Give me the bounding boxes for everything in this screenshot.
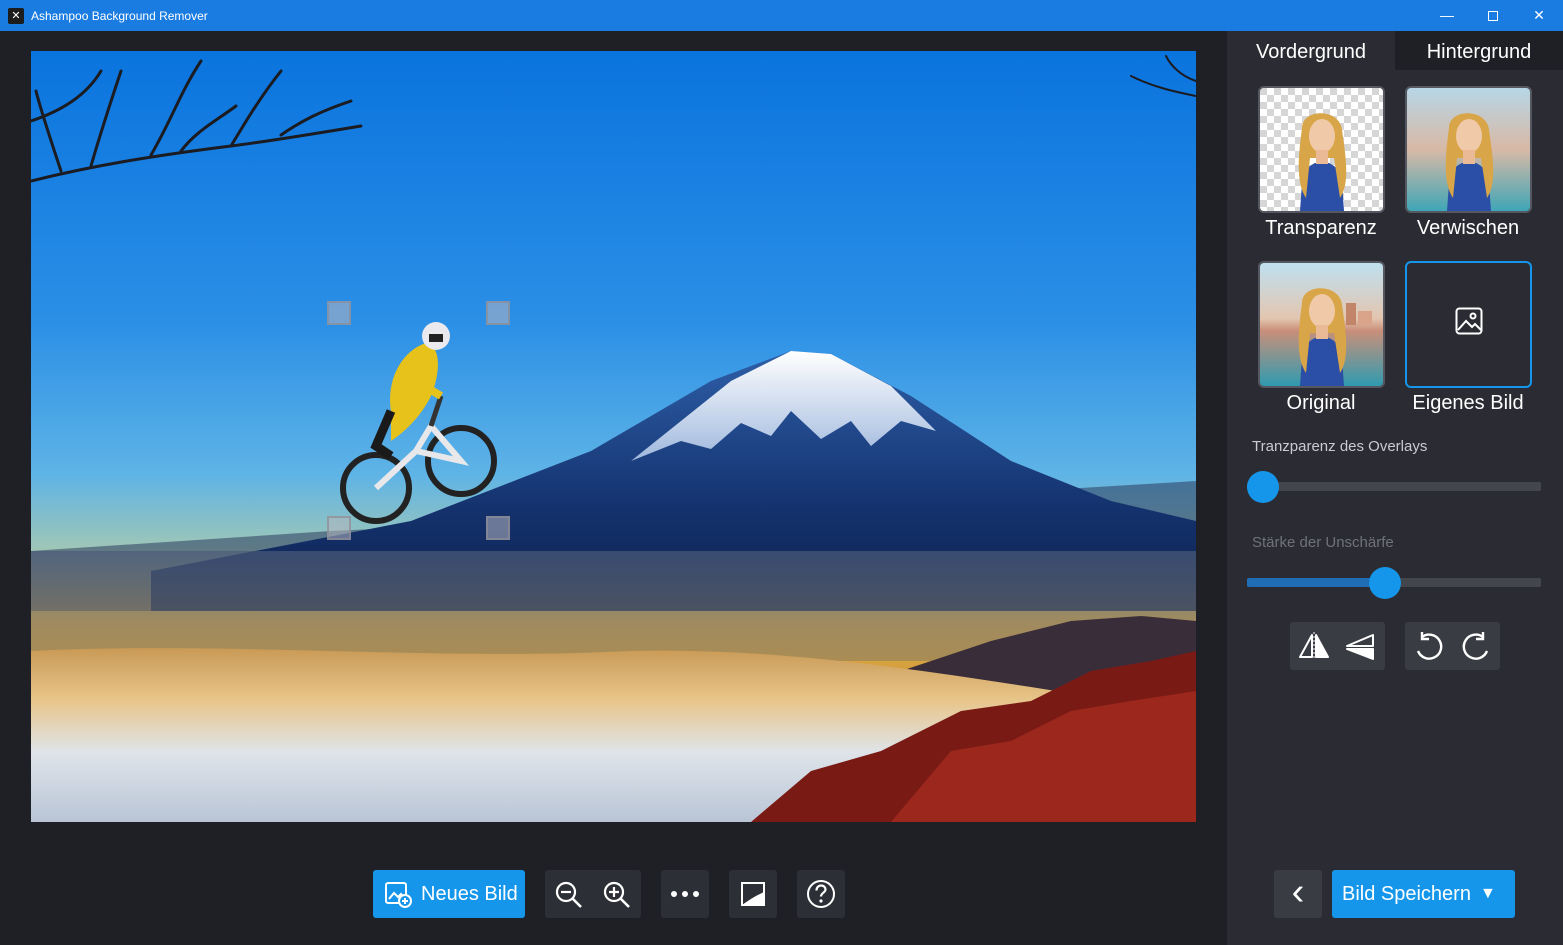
option-original[interactable] [1258, 261, 1385, 388]
app-logo-icon: ✕ [8, 8, 24, 24]
title-bar: ✕ Ashampoo Background Remover — ✕ [0, 0, 1563, 31]
properties-panel: Vordergrund Hintergrund Transparenz Verw… [1227, 31, 1563, 945]
resize-handle-bottom-left[interactable] [327, 516, 351, 540]
overlay-transparency-label: Tranzparenz des Overlays [1252, 438, 1428, 455]
option-transparenz[interactable] [1258, 86, 1385, 213]
zoom-group [545, 870, 641, 918]
image-icon [1455, 307, 1483, 335]
zoom-in-icon[interactable] [602, 880, 632, 910]
option-label: Transparenz [1265, 217, 1377, 239]
zoom-out-icon[interactable] [554, 880, 584, 910]
help-icon [807, 880, 835, 908]
maximize-button[interactable] [1470, 0, 1516, 31]
blur-strength-fill [1247, 578, 1385, 587]
blur-strength-knob[interactable] [1369, 567, 1401, 599]
rotate-left-icon[interactable] [1413, 631, 1445, 661]
tab-hintergrund[interactable]: Hintergrund [1395, 31, 1563, 70]
original-preview [1260, 263, 1383, 386]
chevron-down-icon[interactable]: ▼ [1480, 870, 1496, 918]
composite-image [31, 51, 1196, 822]
window-title: Ashampoo Background Remover [31, 9, 208, 23]
tab-vordergrund[interactable]: Vordergrund [1227, 31, 1395, 70]
new-image-button[interactable]: Neues Bild [373, 870, 525, 918]
image-canvas[interactable] [31, 51, 1196, 822]
save-image-button[interactable]: Bild Speichern ▼ [1332, 870, 1515, 918]
workspace: Neues Bild [0, 31, 1227, 945]
resize-handle-bottom-right[interactable] [486, 516, 510, 540]
overlay-transparency-track[interactable] [1247, 482, 1541, 491]
compare-icon [741, 882, 765, 906]
back-button[interactable]: ‹ [1274, 870, 1322, 918]
minimize-button[interactable]: — [1424, 0, 1470, 31]
resize-handle-top-left[interactable] [327, 301, 351, 325]
save-image-label: Bild Speichern [1342, 883, 1471, 905]
option-eigenes-bild[interactable] [1405, 261, 1532, 388]
maximize-icon [1488, 11, 1498, 22]
tab-bar: Vordergrund Hintergrund [1227, 31, 1563, 70]
flip-vertical-icon[interactable] [1345, 631, 1377, 661]
resize-handle-top-right[interactable] [486, 301, 510, 325]
compare-button[interactable] [729, 870, 777, 918]
blur-strength-label: Stärke der Unschärfe [1252, 534, 1394, 551]
transparency-preview [1260, 88, 1383, 211]
close-button[interactable]: ✕ [1516, 0, 1562, 31]
new-image-label: Neues Bild [421, 883, 518, 905]
option-label: Original [1286, 392, 1356, 414]
rotate-right-icon[interactable] [1460, 631, 1492, 661]
flip-tools [1290, 622, 1385, 670]
option-label: Verwischen [1416, 217, 1520, 239]
option-verwischen[interactable] [1405, 86, 1532, 213]
new-image-icon [385, 882, 412, 908]
blur-preview [1407, 88, 1530, 211]
flip-horizontal-icon[interactable] [1298, 631, 1330, 661]
overlay-transparency-knob[interactable] [1247, 471, 1279, 503]
rotate-tools [1405, 622, 1500, 670]
chevron-left-icon: ‹ [1291, 871, 1305, 913]
more-icon [671, 891, 699, 897]
option-label: Eigenes Bild [1412, 392, 1524, 414]
more-button[interactable] [661, 870, 709, 918]
help-button[interactable] [797, 870, 845, 918]
